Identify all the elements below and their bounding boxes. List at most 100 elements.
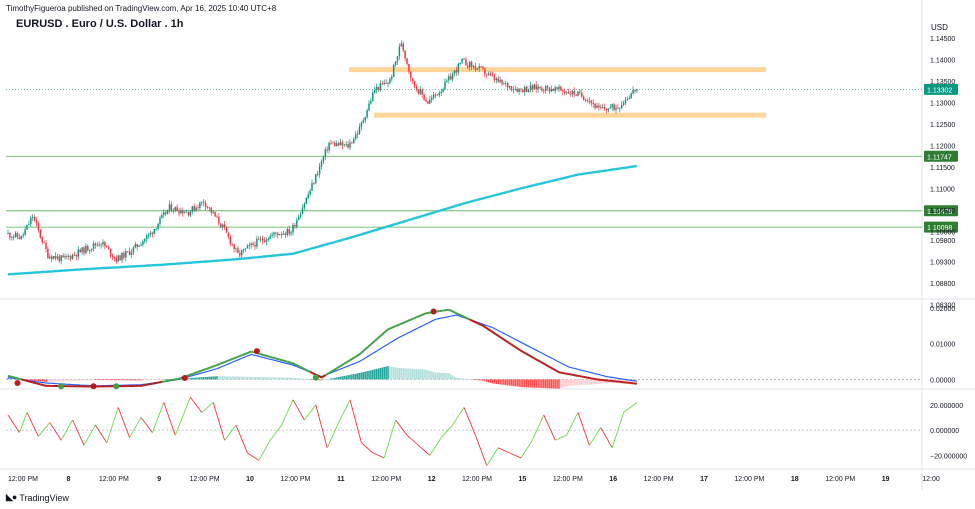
candle (550, 85, 553, 93)
candle (339, 138, 342, 146)
oscillator-segment (304, 404, 317, 421)
macd-histogram-bar (73, 379, 76, 381)
candle (290, 230, 292, 237)
candle-body (318, 166, 321, 175)
candle-body (218, 216, 220, 224)
candle-body (484, 68, 486, 75)
candle-body (446, 80, 448, 82)
macd-histogram-bar (351, 374, 353, 380)
macd-histogram-bar (195, 377, 197, 380)
candle (486, 73, 488, 79)
macd-histogram-bar (81, 379, 83, 381)
macd-line-segment (302, 367, 305, 370)
macd-line-segment (24, 379, 28, 382)
candle-body (520, 88, 522, 90)
candle (609, 103, 612, 109)
price-tick-label: 1.11500 (930, 165, 955, 172)
macd-histogram-bar (335, 377, 338, 380)
candle-body (617, 107, 619, 109)
candle-body (237, 248, 239, 253)
candle-body (510, 86, 513, 91)
candle (66, 254, 68, 260)
macd-histogram-bar (478, 379, 480, 381)
candle (356, 130, 359, 139)
macd-histogram-bar (389, 366, 391, 380)
candle (223, 220, 226, 231)
macd-histogram-bar (408, 368, 410, 380)
macd-histogram-bar (584, 379, 587, 385)
candle (320, 159, 323, 170)
macd-histogram-bar (187, 378, 190, 380)
oscillator-segment (383, 419, 397, 459)
macd-line-segment (397, 323, 400, 327)
candle-body (470, 61, 473, 67)
macd-histogram-bar (240, 376, 243, 380)
macd-tick-label: 0.00000 (930, 377, 955, 384)
macd-histogram-bar (132, 379, 135, 381)
chart-canvas[interactable]: 1.117471.104781.100981.13302 USD 1.14500 1… (0, 0, 975, 509)
candle-body (339, 142, 342, 146)
oscillator-segment (247, 452, 260, 461)
candle (406, 57, 408, 66)
candle-body (307, 194, 309, 198)
candle (45, 239, 47, 253)
candle-body (92, 243, 95, 249)
macd-histogram-bar (60, 379, 62, 382)
candle (269, 233, 271, 240)
candle-body (525, 87, 528, 92)
candle (303, 202, 306, 211)
candle-body (296, 220, 298, 227)
macd-histogram-bar (563, 379, 566, 387)
candle (309, 188, 311, 197)
macd-line-segment (178, 377, 182, 380)
candle (529, 81, 532, 93)
macd-histogram-bar (239, 376, 241, 380)
macd-line-segment (402, 321, 406, 324)
macd-histogram-bar (522, 379, 524, 388)
symbol-title[interactable]: EURUSD . Euro / U.S. Dollar . 1h (16, 18, 183, 30)
macd-histogram-bar (429, 370, 431, 380)
macd-line-segment (300, 366, 303, 369)
candle-body (136, 244, 138, 247)
candle-body (134, 244, 137, 248)
macd-histogram-bar (396, 367, 399, 380)
candle (20, 235, 23, 241)
candle (69, 254, 72, 262)
macd-histogram-bar (307, 379, 309, 380)
candle-body (634, 89, 636, 91)
candle (37, 221, 40, 233)
candle-body (499, 79, 501, 82)
candle (588, 97, 591, 105)
candle (487, 71, 490, 77)
candle-body (7, 233, 9, 234)
tradingview-brand[interactable]: ◣● TradingView (6, 492, 69, 503)
price-tick-label: 1.12500 (930, 122, 955, 129)
candle (442, 87, 444, 93)
macd-line-segment (404, 320, 408, 324)
candle (88, 249, 91, 255)
candle-body (560, 86, 562, 91)
candle (297, 214, 300, 221)
macd-histogram-bar (263, 377, 266, 380)
candle (373, 86, 376, 94)
candle (436, 93, 439, 96)
signal-line (7, 314, 637, 387)
macd-histogram-bar (419, 369, 422, 380)
candle (121, 251, 123, 264)
macd-histogram-bar (476, 379, 479, 381)
candle (590, 99, 593, 107)
candle-body (68, 256, 70, 257)
candle (258, 236, 260, 240)
macd-line-segment (271, 356, 275, 359)
candle-body (79, 249, 81, 253)
macd-histogram-bar (404, 368, 406, 380)
macd-line-segment (296, 364, 300, 368)
candle (512, 86, 515, 94)
macd-line-segment (288, 361, 292, 364)
candle (12, 234, 15, 241)
macd-histogram-bar (265, 377, 268, 380)
macd-line-segment (480, 323, 484, 327)
macd-line-segment (531, 356, 535, 360)
candle-body (548, 87, 551, 92)
macd-crossover-dot (90, 383, 97, 390)
